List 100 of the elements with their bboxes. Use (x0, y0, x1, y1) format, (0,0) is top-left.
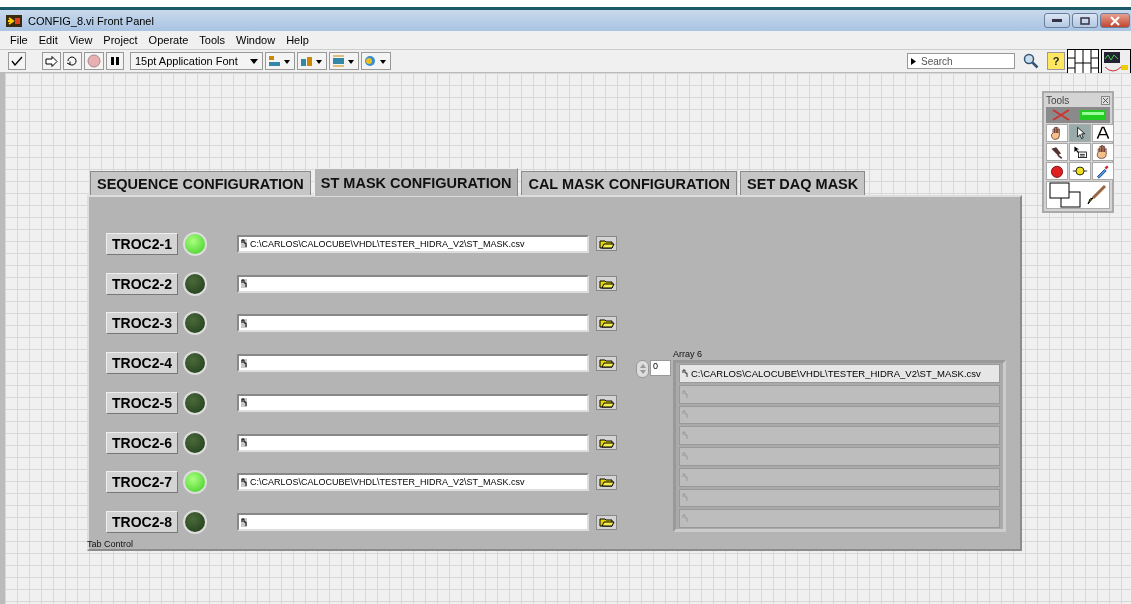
menu-item[interactable]: Help (286, 34, 309, 46)
path-field[interactable] (237, 354, 589, 373)
loop-arrow-icon (66, 55, 79, 67)
palette-title: Tools (1046, 95, 1070, 106)
path-icon (682, 472, 688, 482)
spinner-arrows-icon (637, 362, 648, 376)
close-icon (1110, 15, 1120, 26)
color-swatch-icon[interactable] (1049, 182, 1081, 208)
align-icon (267, 55, 292, 67)
tab[interactable]: CAL MASK CONFIGURATION (521, 171, 738, 195)
path-icon (241, 398, 247, 408)
close-icon[interactable] (1101, 96, 1110, 105)
align-dropdown[interactable] (264, 52, 295, 70)
folder-icon (598, 397, 615, 408)
browse-button[interactable] (596, 474, 617, 490)
close-button[interactable] (1100, 13, 1130, 28)
search-field[interactable]: Search (907, 53, 1015, 69)
menu-item[interactable]: View (68, 34, 93, 46)
minimize-button[interactable] (1044, 13, 1070, 28)
path-field[interactable]: C:\CARLOS\CALOCUBE\VHDL\TESTER_HIDRA_V2\ST_MASK.csv (237, 234, 589, 253)
folder-icon (598, 318, 615, 329)
path-icon (682, 389, 688, 399)
hand-icon[interactable] (1046, 124, 1068, 142)
pause-icon (110, 56, 120, 66)
tab[interactable]: ST MASK CONFIGURATION (313, 168, 519, 196)
troc-button[interactable]: TROC2-2 (106, 272, 178, 295)
browse-button[interactable] (596, 435, 617, 451)
browse-button[interactable] (596, 315, 617, 331)
window-title: CONFIG_8.vi Front Panel (28, 14, 154, 27)
path-field[interactable] (237, 274, 589, 293)
path-icon (241, 239, 247, 249)
path-field[interactable] (237, 314, 589, 333)
run-continuously-button[interactable] (63, 52, 82, 70)
font-dropdown[interactable]: 15pt Application Font (130, 52, 263, 70)
array-label: Array 6 (673, 349, 703, 359)
tab[interactable]: SET DAQ MASK (740, 171, 866, 195)
path-icon (241, 477, 247, 487)
menu-item[interactable]: Tools (199, 34, 226, 46)
troc-button[interactable]: TROC2-6 (106, 431, 178, 454)
path-icon (682, 514, 688, 524)
folder-icon (598, 238, 615, 249)
tab[interactable]: SEQUENCE CONFIGURATION (90, 171, 311, 195)
run-arrow-button[interactable] (42, 52, 61, 70)
folder-icon (598, 437, 615, 448)
folder-icon (598, 517, 615, 528)
path-icon (682, 431, 688, 441)
menu-item[interactable]: File (10, 34, 28, 46)
path-icon (241, 318, 247, 328)
checkmark-button[interactable] (8, 52, 26, 70)
distribute-icon (299, 55, 324, 67)
troc-button[interactable]: TROC2-8 (106, 511, 178, 534)
troc-button[interactable]: TROC2-3 (106, 312, 178, 335)
shortcut-menu-icon[interactable] (1069, 143, 1091, 161)
path-field[interactable] (237, 393, 589, 412)
distribute-dropdown[interactable] (296, 52, 327, 70)
browse-button[interactable] (596, 236, 617, 252)
troc-button[interactable]: TROC2-5 (106, 391, 178, 414)
folder-icon (598, 477, 615, 488)
menu-item[interactable]: Operate (148, 34, 189, 46)
reorder-icon (363, 55, 388, 67)
checkmark-icon (11, 56, 23, 66)
breakpoint-icon[interactable] (1046, 162, 1068, 180)
path-field[interactable] (237, 513, 589, 532)
probe-icon[interactable] (1069, 162, 1091, 180)
reorder-dropdown[interactable] (360, 52, 391, 70)
troc-button[interactable]: TROC2-7 (106, 471, 178, 494)
path-icon (241, 358, 247, 368)
resize-dropdown[interactable] (328, 52, 359, 70)
troc-button[interactable]: TROC2-4 (106, 352, 178, 375)
pause-button[interactable] (106, 52, 124, 70)
path-icon (682, 368, 688, 378)
array-element[interactable]: C:\CARLOS\CALOCUBE\VHDL\TESTER_HIDRA_V2\ST_MASK.csv (679, 364, 1000, 383)
path-field[interactable]: C:\CARLOS\CALOCUBE\VHDL\TESTER_HIDRA_V2\ST_MASK.csv (237, 473, 589, 492)
menu-item[interactable]: Window (236, 34, 276, 46)
resize-icon (331, 55, 356, 67)
help-button[interactable]: ? (1047, 52, 1065, 70)
maximize-icon (1080, 16, 1090, 25)
stop-icon (87, 54, 101, 68)
path-icon (682, 451, 688, 461)
menu-item[interactable]: Project (103, 34, 138, 46)
maximize-button[interactable] (1072, 13, 1098, 28)
browse-button[interactable] (596, 355, 617, 371)
path-icon (241, 279, 247, 289)
browse-button[interactable] (596, 276, 617, 292)
path-icon (682, 493, 688, 503)
troc-button[interactable]: TROC2-1 (106, 232, 178, 255)
caret-icon (249, 58, 258, 64)
text-tool-icon[interactable] (1092, 124, 1114, 142)
path-icon (682, 410, 688, 420)
browse-button[interactable] (596, 395, 617, 411)
tab-control-label: Tab Control (87, 539, 135, 549)
brush-icon[interactable] (1085, 184, 1107, 206)
menu-item[interactable]: Edit (38, 34, 58, 46)
scroll-hand-icon[interactable] (1092, 143, 1114, 161)
browse-button[interactable] (596, 514, 617, 530)
array-index-field[interactable]: 0 (650, 360, 671, 376)
pointer-icon[interactable] (1069, 124, 1091, 142)
path-field[interactable] (237, 433, 589, 452)
color-picker-icon[interactable] (1092, 162, 1114, 180)
search-icon[interactable] (1023, 53, 1039, 69)
